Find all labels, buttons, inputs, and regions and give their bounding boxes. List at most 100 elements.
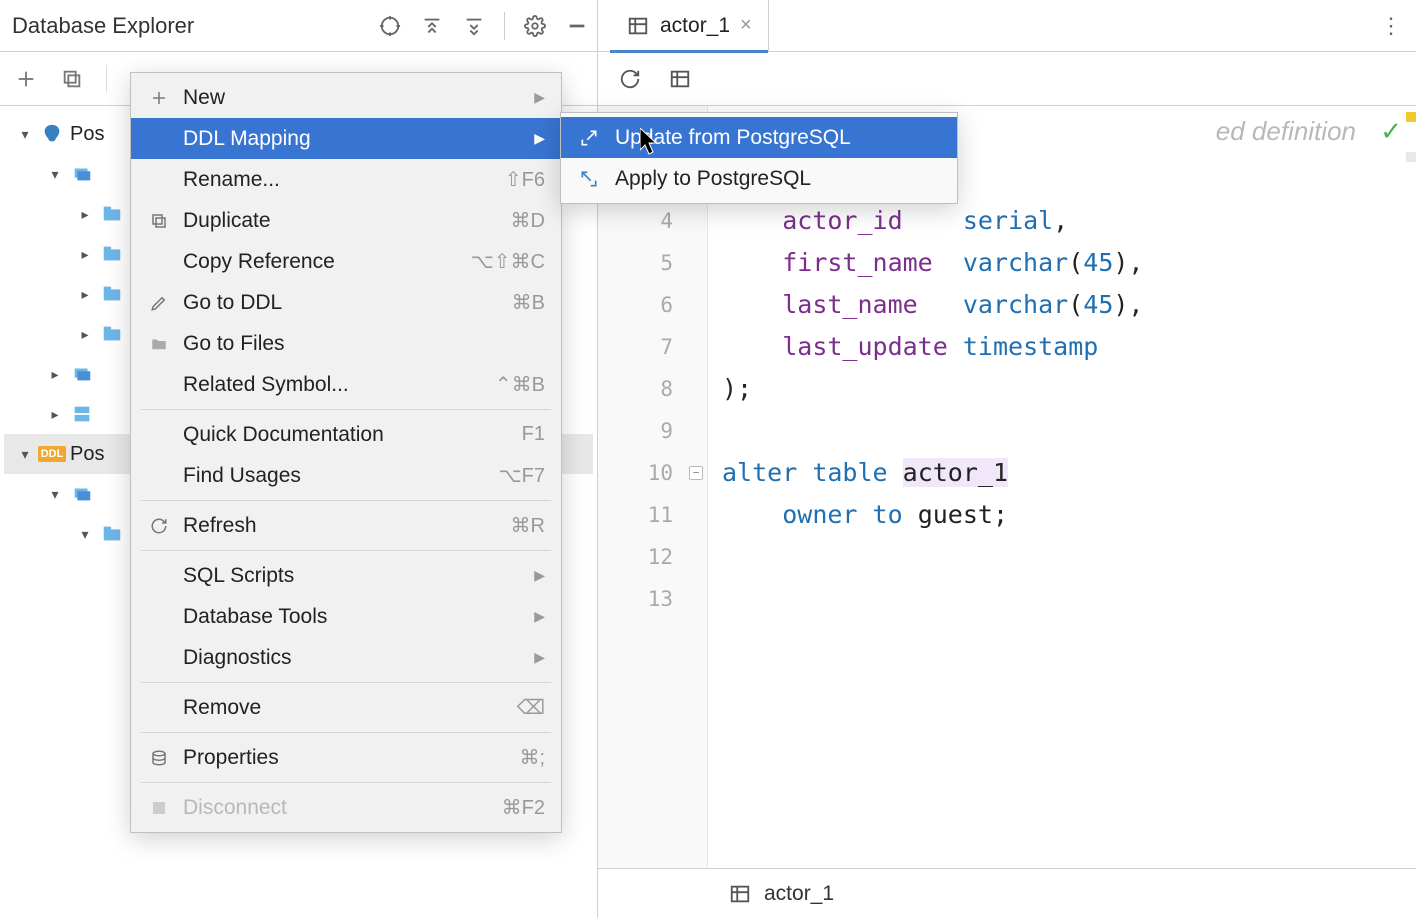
menu-item[interactable]: Quick Documentation F1 — [131, 414, 561, 455]
menu-item-label: New — [183, 86, 514, 110]
menu-item[interactable]: Related Symbol... ⌃⌘B — [131, 364, 561, 405]
chevron-icon: ▾ — [46, 486, 64, 503]
menu-shortcut: ⌘D — [511, 208, 545, 233]
menu-item-label: Related Symbol... — [183, 373, 483, 397]
tree-node-icon — [100, 242, 124, 266]
menu-item[interactable]: Properties ⌘; — [131, 737, 561, 778]
menu-item-label: Rename... — [183, 168, 493, 192]
tree-label: Pos — [70, 443, 104, 466]
menu-item[interactable]: DDL Mapping ▶ — [131, 118, 561, 159]
menu-item-icon — [147, 517, 171, 535]
menu-item[interactable]: Database Tools ▶ — [131, 596, 561, 637]
tree-node-icon — [70, 482, 94, 506]
menu-item[interactable]: New ▶ — [131, 77, 561, 118]
tree-node-icon — [100, 522, 124, 546]
menu-item[interactable]: Go to DDL ⌘B — [131, 282, 561, 323]
tree-node-icon — [100, 202, 124, 226]
tab-label: actor_1 — [660, 14, 730, 38]
line-gutter: 3−45678910−111213 — [598, 106, 708, 868]
menu-shortcut: ⌥F7 — [499, 463, 545, 488]
more-tabs-icon[interactable]: ⋮ — [1380, 13, 1402, 39]
menu-item-icon — [147, 335, 171, 353]
submenu-item-label: Apply to PostgreSQL — [615, 167, 811, 191]
submenu-arrow-icon: ▶ — [534, 89, 545, 106]
chevron-icon: ▸ — [76, 246, 94, 263]
tree-node-icon: DDL — [40, 442, 64, 466]
menu-item[interactable]: Find Usages ⌥F7 — [131, 455, 561, 496]
close-tab-icon[interactable]: × — [740, 14, 752, 37]
menu-item[interactable]: Go to Files — [131, 323, 561, 364]
menu-item-label: Refresh — [183, 514, 499, 538]
menu-item[interactable]: SQL Scripts ▶ — [131, 555, 561, 596]
menu-shortcut: ⌥⇧⌘C — [471, 249, 545, 274]
chevron-icon: ▸ — [76, 286, 94, 303]
menu-item-label: Quick Documentation — [183, 423, 510, 447]
menu-item: Disconnect ⌘F2 — [131, 787, 561, 828]
chevron-icon: ▸ — [76, 206, 94, 223]
chevron-icon: ▸ — [46, 366, 64, 383]
table-view-icon[interactable] — [668, 67, 692, 91]
menu-item-icon — [147, 89, 171, 107]
submenu-arrow-icon: ▶ — [534, 567, 545, 584]
menu-item-label: DDL Mapping — [183, 127, 514, 151]
editor-tab[interactable]: actor_1 × — [610, 0, 769, 52]
chevron-icon: ▾ — [16, 446, 34, 463]
tree-label: Pos — [70, 123, 104, 146]
submenu-item-icon — [577, 169, 601, 189]
submenu-arrow-icon: ▶ — [534, 649, 545, 666]
menu-item-icon — [147, 294, 171, 312]
tree-node-icon — [70, 362, 94, 386]
refresh-icon[interactable] — [618, 67, 642, 91]
collapse-all-icon[interactable] — [462, 14, 486, 38]
menu-item-label: Duplicate — [183, 209, 499, 233]
submenu-item[interactable]: Apply to PostgreSQL — [561, 158, 957, 199]
menu-item-label: Diagnostics — [183, 646, 514, 670]
menu-item-label: Find Usages — [183, 464, 487, 488]
menu-item[interactable]: Duplicate ⌘D — [131, 200, 561, 241]
menu-item-label: Remove — [183, 696, 505, 720]
minimize-icon[interactable] — [565, 14, 589, 38]
chevron-icon: ▾ — [76, 526, 94, 543]
menu-item-label: SQL Scripts — [183, 564, 514, 588]
expand-all-icon[interactable] — [420, 14, 444, 38]
code-editor[interactable]: tor_1( actor_id serial, first_name varch… — [708, 106, 1416, 868]
tree-node-icon — [40, 122, 64, 146]
menu-item[interactable]: Remove ⌫ — [131, 687, 561, 728]
submenu-arrow-icon: ▶ — [534, 608, 545, 625]
chevron-icon: ▸ — [46, 406, 64, 423]
menu-item[interactable]: Rename... ⇧F6 — [131, 159, 561, 200]
tree-node-icon — [70, 402, 94, 426]
menu-item[interactable]: Refresh ⌘R — [131, 505, 561, 546]
submenu-arrow-icon: ▶ — [534, 130, 545, 147]
status-label: actor_1 — [764, 882, 834, 906]
tree-node-icon — [100, 322, 124, 346]
target-icon[interactable] — [378, 14, 402, 38]
submenu-item-icon — [577, 128, 601, 148]
menu-item[interactable]: Diagnostics ▶ — [131, 637, 561, 678]
context-menu[interactable]: New ▶ DDL Mapping ▶ Rename... ⇧F6 Duplic… — [130, 72, 562, 833]
submenu-item[interactable]: Update from PostgreSQL — [561, 117, 957, 158]
menu-item-label: Disconnect — [183, 796, 490, 820]
tree-node-icon — [100, 282, 124, 306]
table-icon — [626, 14, 650, 38]
menu-shortcut: ⌃⌘B — [495, 372, 545, 397]
menu-item-label: Copy Reference — [183, 250, 459, 274]
chevron-icon: ▸ — [76, 326, 94, 343]
menu-item-label: Database Tools — [183, 605, 514, 629]
add-icon[interactable] — [14, 67, 38, 91]
submenu-item-label: Update from PostgreSQL — [615, 126, 851, 150]
ddl-mapping-submenu[interactable]: Update from PostgreSQL Apply to PostgreS… — [560, 112, 958, 204]
panel-title: Database Explorer — [8, 13, 378, 39]
menu-item[interactable]: Copy Reference ⌥⇧⌘C — [131, 241, 561, 282]
menu-item-icon — [147, 749, 171, 767]
menu-shortcut: F1 — [522, 423, 545, 446]
tree-node-icon — [70, 162, 94, 186]
menu-shortcut: ⌘F2 — [502, 795, 545, 820]
menu-shortcut: ⌘R — [511, 513, 545, 538]
menu-item-icon — [147, 802, 171, 814]
gear-icon[interactable] — [523, 14, 547, 38]
duplicate-icon[interactable] — [60, 67, 84, 91]
chevron-icon: ▾ — [46, 166, 64, 183]
menu-item-label: Properties — [183, 746, 507, 770]
menu-item-icon — [147, 212, 171, 230]
